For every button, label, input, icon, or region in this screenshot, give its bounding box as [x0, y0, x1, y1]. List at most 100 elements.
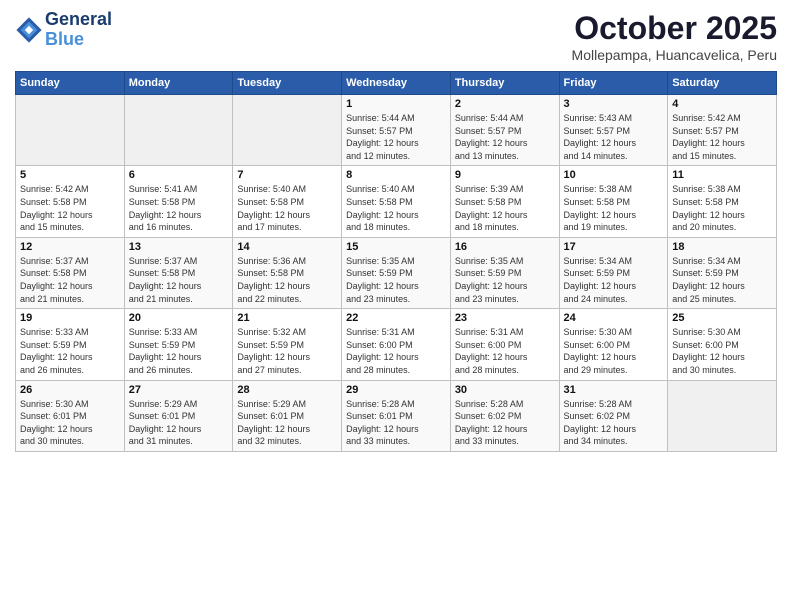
- day-info: Sunrise: 5:34 AM Sunset: 5:59 PM Dayligh…: [564, 255, 664, 305]
- day-number: 2: [455, 98, 555, 110]
- day-info: Sunrise: 5:29 AM Sunset: 6:01 PM Dayligh…: [237, 398, 337, 448]
- table-row: 5 Sunrise: 5:42 AM Sunset: 5:58 PM Daylig…: [16, 166, 125, 237]
- week-row-3: 19 Sunrise: 5:33 AM Sunset: 5:59 PM Dayli…: [16, 309, 777, 380]
- table-row: [124, 95, 233, 166]
- week-row-0: 1Sunrise: 5:44 AM Sunset: 5:57 PM Daylig…: [16, 95, 777, 166]
- day-number: 11: [672, 169, 772, 181]
- day-info: Sunrise: 5:34 AM Sunset: 5:59 PM Dayligh…: [672, 255, 772, 305]
- day-number: 22: [346, 312, 446, 324]
- month-title: October 2025: [572, 10, 777, 47]
- day-number: 6: [129, 169, 229, 181]
- day-info: Sunrise: 5:38 AM Sunset: 5:58 PM Dayligh…: [564, 183, 664, 233]
- table-row: 21 Sunrise: 5:32 AM Sunset: 5:59 PM Dayli…: [233, 309, 342, 380]
- day-number: 17: [564, 241, 664, 253]
- day-number: 5: [20, 169, 120, 181]
- day-info: Sunrise: 5:36 AM Sunset: 5:58 PM Dayligh…: [237, 255, 337, 305]
- day-number: 19: [20, 312, 120, 324]
- day-info: Sunrise: 5:31 AM Sunset: 6:00 PM Dayligh…: [346, 326, 446, 376]
- col-monday: Monday: [124, 72, 233, 95]
- day-number: 28: [237, 384, 337, 396]
- table-row: 29 Sunrise: 5:28 AM Sunset: 6:01 PM Dayli…: [342, 380, 451, 451]
- day-info: Sunrise: 5:28 AM Sunset: 6:02 PM Dayligh…: [455, 398, 555, 448]
- day-info: Sunrise: 5:35 AM Sunset: 5:59 PM Dayligh…: [455, 255, 555, 305]
- day-info: Sunrise: 5:42 AM Sunset: 5:57 PM Dayligh…: [672, 112, 772, 162]
- day-info: Sunrise: 5:31 AM Sunset: 6:00 PM Dayligh…: [455, 326, 555, 376]
- day-info: Sunrise: 5:38 AM Sunset: 5:58 PM Dayligh…: [672, 183, 772, 233]
- day-info: Sunrise: 5:35 AM Sunset: 5:59 PM Dayligh…: [346, 255, 446, 305]
- logo-icon: [15, 16, 43, 44]
- day-info: Sunrise: 5:30 AM Sunset: 6:00 PM Dayligh…: [564, 326, 664, 376]
- col-sunday: Sunday: [16, 72, 125, 95]
- table-row: 9Sunrise: 5:39 AM Sunset: 5:58 PM Daylig…: [450, 166, 559, 237]
- day-number: 26: [20, 384, 120, 396]
- week-row-4: 26 Sunrise: 5:30 AM Sunset: 6:01 PM Dayli…: [16, 380, 777, 451]
- calendar-header-row: Sunday Monday Tuesday Wednesday Thursday…: [16, 72, 777, 95]
- col-thursday: Thursday: [450, 72, 559, 95]
- table-row: 6 Sunrise: 5:41 AM Sunset: 5:58 PM Daylig…: [124, 166, 233, 237]
- day-number: 21: [237, 312, 337, 324]
- week-row-2: 12Sunrise: 5:37 AM Sunset: 5:58 PM Dayli…: [16, 237, 777, 308]
- day-number: 10: [564, 169, 664, 181]
- table-row: 13Sunrise: 5:37 AM Sunset: 5:58 PM Dayli…: [124, 237, 233, 308]
- logo-text: General Blue: [45, 10, 112, 50]
- table-row: 18 Sunrise: 5:34 AM Sunset: 5:59 PM Dayli…: [668, 237, 777, 308]
- day-info: Sunrise: 5:37 AM Sunset: 5:58 PM Dayligh…: [129, 255, 229, 305]
- table-row: 8 Sunrise: 5:40 AM Sunset: 5:58 PM Daylig…: [342, 166, 451, 237]
- table-row: 15 Sunrise: 5:35 AM Sunset: 5:59 PM Dayli…: [342, 237, 451, 308]
- table-row: 3Sunrise: 5:43 AM Sunset: 5:57 PM Daylig…: [559, 95, 668, 166]
- day-info: Sunrise: 5:40 AM Sunset: 5:58 PM Dayligh…: [346, 183, 446, 233]
- day-number: 15: [346, 241, 446, 253]
- table-row: 31Sunrise: 5:28 AM Sunset: 6:02 PM Dayli…: [559, 380, 668, 451]
- logo-line1: General: [45, 10, 112, 30]
- logo-line2: Blue: [45, 29, 84, 49]
- table-row: 24Sunrise: 5:30 AM Sunset: 6:00 PM Dayli…: [559, 309, 668, 380]
- col-wednesday: Wednesday: [342, 72, 451, 95]
- table-row: 14 Sunrise: 5:36 AM Sunset: 5:58 PM Dayli…: [233, 237, 342, 308]
- day-info: Sunrise: 5:30 AM Sunset: 6:01 PM Dayligh…: [20, 398, 120, 448]
- day-number: 8: [346, 169, 446, 181]
- day-number: 25: [672, 312, 772, 324]
- day-number: 23: [455, 312, 555, 324]
- title-block: October 2025 Mollepampa, Huancavelica, P…: [572, 10, 777, 63]
- table-row: [233, 95, 342, 166]
- table-row: 27Sunrise: 5:29 AM Sunset: 6:01 PM Dayli…: [124, 380, 233, 451]
- header: General Blue October 2025 Mollepampa, Hu…: [15, 10, 777, 63]
- table-row: 12Sunrise: 5:37 AM Sunset: 5:58 PM Dayli…: [16, 237, 125, 308]
- day-number: 18: [672, 241, 772, 253]
- day-info: Sunrise: 5:37 AM Sunset: 5:58 PM Dayligh…: [20, 255, 120, 305]
- day-info: Sunrise: 5:41 AM Sunset: 5:58 PM Dayligh…: [129, 183, 229, 233]
- day-number: 3: [564, 98, 664, 110]
- day-info: Sunrise: 5:33 AM Sunset: 5:59 PM Dayligh…: [20, 326, 120, 376]
- day-info: Sunrise: 5:44 AM Sunset: 5:57 PM Dayligh…: [455, 112, 555, 162]
- table-row: 23 Sunrise: 5:31 AM Sunset: 6:00 PM Dayli…: [450, 309, 559, 380]
- table-row: [668, 380, 777, 451]
- calendar-table: Sunday Monday Tuesday Wednesday Thursday…: [15, 71, 777, 452]
- day-info: Sunrise: 5:33 AM Sunset: 5:59 PM Dayligh…: [129, 326, 229, 376]
- day-number: 20: [129, 312, 229, 324]
- day-number: 27: [129, 384, 229, 396]
- subtitle: Mollepampa, Huancavelica, Peru: [572, 47, 777, 63]
- col-tuesday: Tuesday: [233, 72, 342, 95]
- table-row: 19 Sunrise: 5:33 AM Sunset: 5:59 PM Dayli…: [16, 309, 125, 380]
- page: General Blue October 2025 Mollepampa, Hu…: [0, 0, 792, 612]
- col-friday: Friday: [559, 72, 668, 95]
- table-row: 28 Sunrise: 5:29 AM Sunset: 6:01 PM Dayli…: [233, 380, 342, 451]
- day-number: 7: [237, 169, 337, 181]
- table-row: 20 Sunrise: 5:33 AM Sunset: 5:59 PM Dayli…: [124, 309, 233, 380]
- day-info: Sunrise: 5:39 AM Sunset: 5:58 PM Dayligh…: [455, 183, 555, 233]
- day-number: 31: [564, 384, 664, 396]
- table-row: 17 Sunrise: 5:34 AM Sunset: 5:59 PM Dayli…: [559, 237, 668, 308]
- logo: General Blue: [15, 10, 112, 50]
- day-number: 14: [237, 241, 337, 253]
- table-row: 11 Sunrise: 5:38 AM Sunset: 5:58 PM Dayli…: [668, 166, 777, 237]
- day-number: 4: [672, 98, 772, 110]
- table-row: 10 Sunrise: 5:38 AM Sunset: 5:58 PM Dayli…: [559, 166, 668, 237]
- table-row: 25 Sunrise: 5:30 AM Sunset: 6:00 PM Dayli…: [668, 309, 777, 380]
- table-row: 1Sunrise: 5:44 AM Sunset: 5:57 PM Daylig…: [342, 95, 451, 166]
- day-info: Sunrise: 5:30 AM Sunset: 6:00 PM Dayligh…: [672, 326, 772, 376]
- day-number: 30: [455, 384, 555, 396]
- day-info: Sunrise: 5:42 AM Sunset: 5:58 PM Dayligh…: [20, 183, 120, 233]
- day-info: Sunrise: 5:32 AM Sunset: 5:59 PM Dayligh…: [237, 326, 337, 376]
- day-number: 29: [346, 384, 446, 396]
- day-info: Sunrise: 5:28 AM Sunset: 6:01 PM Dayligh…: [346, 398, 446, 448]
